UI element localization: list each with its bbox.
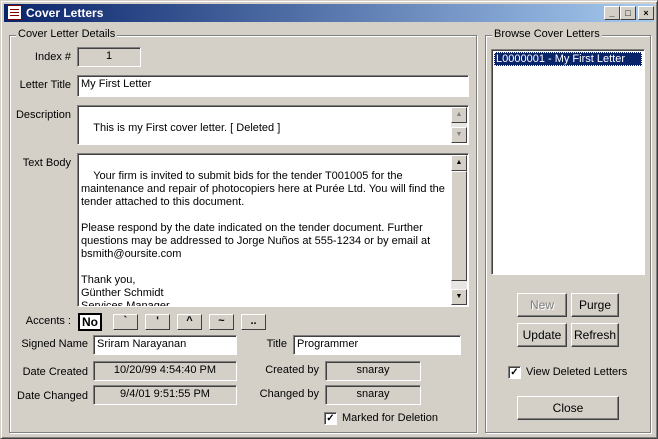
close-window-button[interactable]: × [638, 6, 654, 20]
index-label: Index # [34, 51, 71, 63]
changed-by-label: Changed by [259, 388, 319, 400]
changed-by-field: snaray [325, 385, 421, 405]
created-by-label: Created by [265, 364, 319, 376]
check-icon: ✓ [510, 367, 519, 378]
cover-letters-window: Cover Letters _ □ × Cover Letter Details… [0, 0, 658, 439]
created-by-field: snaray [325, 361, 421, 381]
details-group-label: Cover Letter Details [16, 28, 118, 40]
view-deleted-checkbox[interactable]: ✓ [508, 366, 521, 379]
description-text: This is my First cover letter. [ Deleted… [93, 122, 281, 134]
date-changed-field: 9/4/01 9:51:55 PM [93, 385, 237, 405]
text-body-label: Text Body [22, 157, 71, 169]
description-textarea[interactable]: This is my First cover letter. [ Deleted… [77, 105, 469, 145]
browse-group-label: Browse Cover Letters [492, 28, 602, 40]
description-label: Description [15, 109, 71, 121]
view-deleted-label[interactable]: View Deleted Letters [526, 366, 627, 378]
title-bar[interactable]: Cover Letters _ □ × [4, 4, 654, 22]
letter-title-label: Letter Title [19, 79, 71, 91]
scroll-down-arrow-icon[interactable]: ▼ [451, 127, 467, 143]
title-label: Title [266, 338, 287, 350]
new-button[interactable]: New [517, 293, 567, 317]
date-created-field: 10/20/99 4:54:40 PM [93, 361, 237, 381]
accent-circumflex-button[interactable]: ^ [177, 314, 202, 330]
description-scrollbar[interactable]: ▲ ▼ [451, 107, 467, 143]
update-button[interactable]: Update [517, 323, 567, 347]
scroll-down-arrow-icon[interactable]: ▼ [451, 289, 467, 305]
accent-grave-button[interactable]: ` [113, 314, 138, 330]
list-item[interactable]: L0000001 - My First Letter [494, 52, 642, 66]
text-body-scrollbar[interactable]: ▲ ▼ [451, 155, 467, 305]
maximize-button[interactable]: □ [620, 6, 636, 20]
date-created-label: Date Created [22, 366, 88, 378]
marked-for-deletion-checkbox[interactable]: ✓ [324, 412, 337, 425]
signed-name-input[interactable]: Sriram Narayanan [93, 335, 237, 355]
purge-button[interactable]: Purge [571, 293, 619, 317]
close-button[interactable]: Close [517, 396, 619, 420]
title-input[interactable]: Programmer [293, 335, 461, 355]
marked-for-deletion-label[interactable]: Marked for Deletion [342, 412, 438, 424]
accent-none-button[interactable]: No [78, 313, 102, 331]
accents-label: Accents : [25, 315, 71, 327]
minimize-button[interactable]: _ [604, 6, 620, 20]
letter-title-input[interactable]: My First Letter [77, 75, 469, 97]
scroll-up-arrow-icon[interactable]: ▲ [451, 107, 467, 123]
date-changed-label: Date Changed [17, 390, 88, 402]
accent-umlaut-button[interactable]: .. [241, 314, 266, 330]
window-title: Cover Letters [26, 6, 104, 20]
accent-acute-button[interactable]: ' [145, 314, 170, 330]
scroll-thumb[interactable] [451, 171, 467, 281]
refresh-button[interactable]: Refresh [571, 323, 619, 347]
index-field: 1 [77, 47, 141, 67]
scroll-up-arrow-icon[interactable]: ▲ [451, 155, 467, 171]
text-body-text: Your firm is invited to submit bids for … [81, 170, 445, 307]
notepad-icon [7, 5, 22, 20]
text-body-textarea[interactable]: Your firm is invited to submit bids for … [77, 153, 469, 307]
cover-letters-list[interactable]: L0000001 - My First Letter [491, 49, 645, 275]
accent-tilde-button[interactable]: ~ [209, 314, 234, 330]
signed-name-label: Signed Name [21, 338, 88, 350]
check-icon: ✓ [326, 413, 335, 424]
